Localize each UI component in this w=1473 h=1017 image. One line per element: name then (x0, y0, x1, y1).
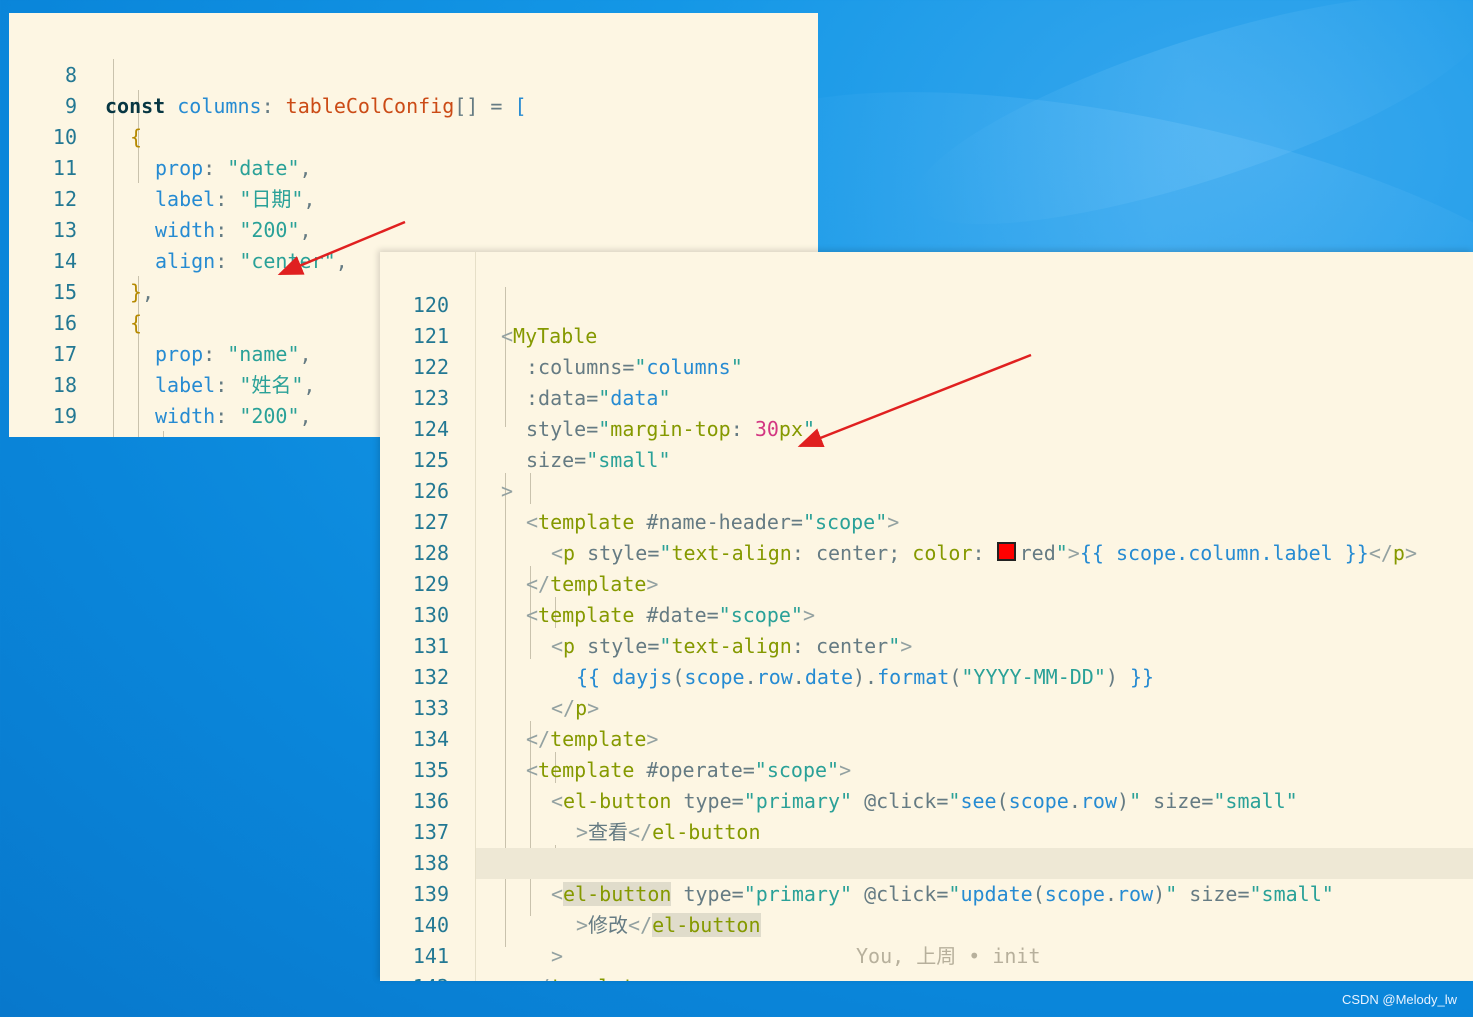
code-line: 11 label: "日期", (9, 122, 818, 211)
code-line: 141 </template> (380, 910, 1473, 981)
code-line: 131 {{ dayjs(scope.row.date).format("YYY… (380, 600, 1473, 689)
code-editor-template[interactable]: 120 <MyTable 121 :columns="columns" 122 … (380, 252, 1473, 981)
code-line: 142 </MyTable> (380, 941, 1473, 981)
line-number: 138 (412, 851, 449, 875)
code-line: 134 <template #operate="scope"> (380, 693, 1473, 782)
code-line: 124 size="small" (380, 383, 1473, 472)
code-line: 10 prop: "date", (9, 91, 818, 180)
code-text: align: "center", (155, 432, 348, 437)
code-line-current: 139 >修改</el-button You, 上周 • init (413, 848, 1473, 968)
code-line: 8 const columns: tableColConfig[] = [ (9, 29, 818, 118)
code-line: 125 > (380, 414, 1473, 503)
code-text: </template> (526, 972, 658, 981)
code-line: 9 { (9, 60, 818, 149)
code-line: 121 :columns="columns" (380, 290, 1473, 379)
code-line: 140 > (380, 879, 1473, 968)
code-line: 14 }, (9, 215, 818, 304)
code-line: 126 <template #name-header="scope"> (380, 445, 1473, 534)
code-line: 138 <el-button type="primary" @click="up… (380, 817, 1473, 906)
watermark: CSDN @Melody_lw (1341, 992, 1457, 1007)
code-line: 123 style="margin-top: 30px" (380, 352, 1473, 441)
line-number: 142 (380, 972, 449, 981)
code-line: 120 <MyTable (380, 259, 1473, 348)
code-line: 129 <template #date="scope"> (380, 538, 1473, 627)
line-number: 20 (9, 432, 77, 437)
code-line: 136 >查看</el-button (380, 755, 1473, 844)
code-line: 122 :data="data" (380, 321, 1473, 410)
code-line: 133 </template> (380, 662, 1473, 751)
code-line: 12 width: "200", (9, 153, 818, 242)
code-line: 130 <p style="text-align: center"> (380, 569, 1473, 658)
code-line: 13 align: "center", (9, 184, 818, 273)
code-line: 128 </template> (380, 507, 1473, 596)
code-line: 127 <p style="text-align: center; color:… (380, 476, 1473, 565)
code-line: 135 <el-button type="primary" @click="se… (380, 724, 1473, 813)
code-line: 132 </p> (380, 631, 1473, 720)
code-line: 137 > (380, 786, 1473, 875)
